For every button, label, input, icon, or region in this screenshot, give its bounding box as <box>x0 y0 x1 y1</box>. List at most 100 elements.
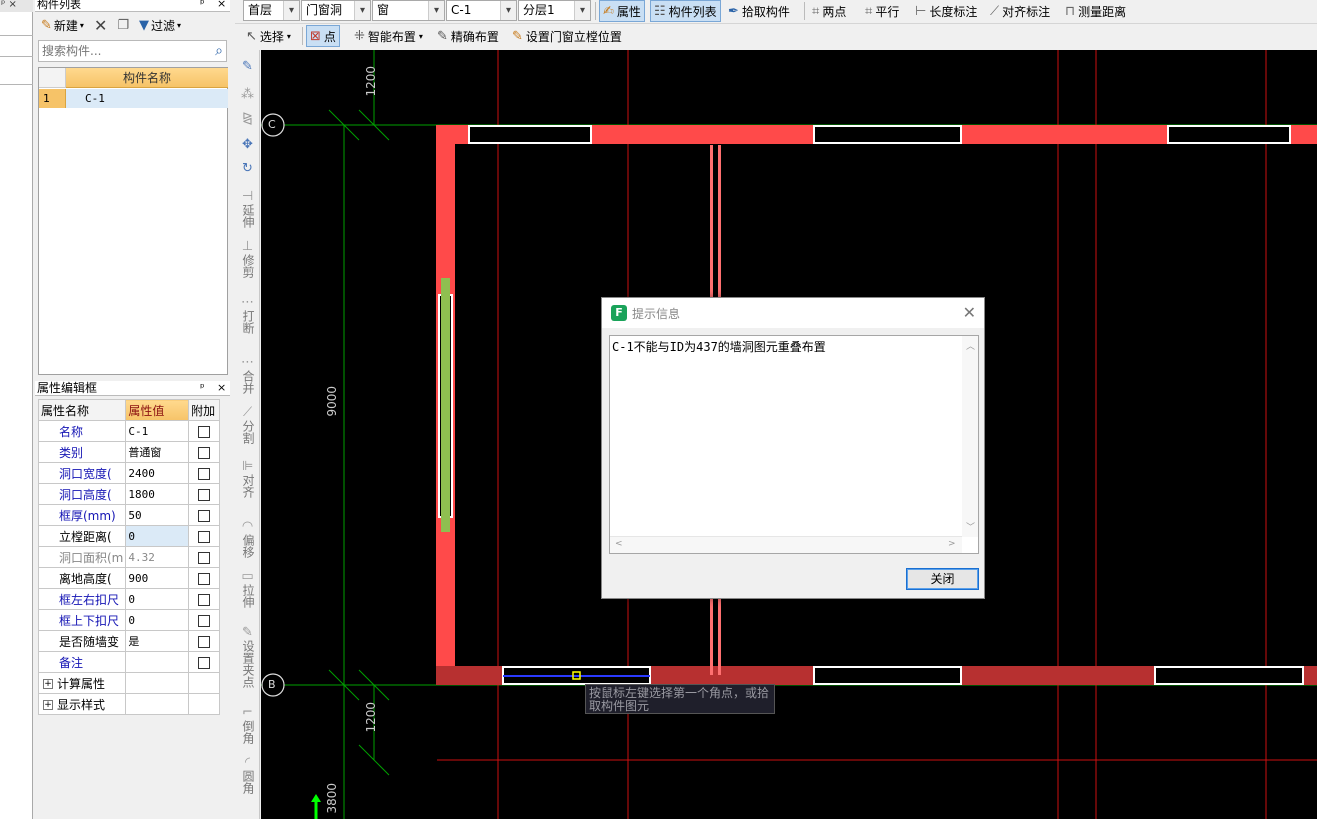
property-group-row[interactable]: + 显示样式 <box>37 693 220 715</box>
extra-checkbox[interactable] <box>198 509 211 522</box>
delete-button[interactable]: ✕ <box>90 15 111 35</box>
new-button[interactable]: ✎ 新建 ▾ <box>37 15 88 35</box>
scroll-left-icon[interactable]: < <box>615 539 623 549</box>
filter-button[interactable]: ▼ 过滤 ▾ <box>135 15 185 35</box>
property-value[interactable]: C-1 <box>125 420 190 442</box>
property-row[interactable]: 离地高度(900 <box>37 567 220 589</box>
extra-checkbox[interactable] <box>198 572 211 585</box>
property-name: 框厚(mm) <box>37 504 127 526</box>
two-point-button[interactable]: ⌗ 两点 <box>809 0 849 22</box>
property-row[interactable]: 名称 C-1 <box>37 420 220 442</box>
dialog-titlebar[interactable]: F 提示信息 ✕ <box>602 298 984 328</box>
extra-checkbox[interactable] <box>198 467 211 480</box>
property-button[interactable]: ✍ 属性 <box>599 0 645 22</box>
trim-tool[interactable]: ⊥ 修剪 <box>235 240 260 281</box>
extra-checkbox[interactable] <box>198 551 211 564</box>
pin-icon[interactable]: ᵖ <box>200 0 205 9</box>
property-value[interactable]: 0 <box>125 525 190 547</box>
checkbox-cell <box>188 609 220 631</box>
property-value[interactable]: 2400 <box>125 462 190 484</box>
extra-checkbox[interactable] <box>198 635 211 648</box>
property-row[interactable]: 框左右扣尺 0 <box>37 588 220 610</box>
length-dimension-button[interactable]: ⊢ 长度标注 <box>912 0 980 22</box>
point-button[interactable]: ⊠ 点 <box>306 25 340 47</box>
scroll-down-icon[interactable]: ﹀ <box>966 520 975 533</box>
extra-checkbox[interactable] <box>198 425 211 438</box>
property-value[interactable]: 0 <box>125 609 190 631</box>
align-dimension-button[interactable]: ⟋ 对齐标注 <box>987 0 1053 22</box>
scroll-right-icon[interactable]: > <box>948 539 956 549</box>
align-tool[interactable]: ⊫ 对齐 <box>235 460 260 501</box>
scroll-up-icon[interactable]: ︿ <box>966 339 975 352</box>
mirror-tool[interactable]: ⧎ <box>235 112 260 126</box>
type-select[interactable]: 窗 ▾ <box>372 0 445 21</box>
property-value[interactable]: 1800 <box>125 483 190 505</box>
expand-icon[interactable]: + <box>43 679 53 689</box>
layer-select[interactable]: 分层1 ▾ <box>518 0 591 21</box>
pin-icon[interactable]: ᵖ <box>200 381 205 395</box>
component-select[interactable]: C-1 ▾ <box>446 0 517 21</box>
select-button[interactable]: ↖ 选择 ▾ <box>243 25 294 47</box>
message-box[interactable]: C-1不能与ID为437的墙洞图元重叠布置 ︿ ﹀ < > <box>609 335 979 554</box>
close-icon[interactable]: × <box>217 381 226 395</box>
rotate-tool[interactable]: ↻ <box>235 162 260 176</box>
stretch-tool[interactable]: ▭ 拉伸 <box>235 570 260 611</box>
measure-distance-button[interactable]: ⊓ 测量距离 <box>1062 0 1129 22</box>
merge-tool[interactable]: ⋯ 合并 <box>235 356 260 397</box>
extra-checkbox[interactable] <box>198 614 211 627</box>
precise-layout-button[interactable]: ✎ 精确布置 <box>434 25 502 47</box>
search-icon[interactable]: ⌕ <box>215 43 223 59</box>
extra-checkbox[interactable] <box>198 446 211 459</box>
offset-tool[interactable]: ◠ 偏移 <box>235 520 260 561</box>
horizontal-scrollbar[interactable]: < > <box>610 536 962 553</box>
parallel-label: 平行 <box>875 4 900 19</box>
set-frame-label: 设置门窗立樘位置 <box>525 29 622 44</box>
property-value[interactable]: 900 <box>125 567 190 589</box>
property-row[interactable]: 框厚(mm) 50 <box>37 504 220 526</box>
close-button[interactable]: 关闭 <box>906 568 979 590</box>
extra-checkbox[interactable] <box>198 530 211 543</box>
break-tool[interactable]: ⋯ 打断 <box>235 296 260 337</box>
pick-component-button[interactable]: ✒ 拾取构件 <box>725 0 793 22</box>
chamfer-tool[interactable]: ⌐ 倒角 <box>235 706 260 747</box>
extend-tool[interactable]: ⊣ 延伸 <box>235 190 260 231</box>
copy-tool[interactable]: ⁂ <box>235 88 260 102</box>
expand-icon[interactable]: + <box>43 700 53 710</box>
property-row[interactable]: 立樘距离(0 <box>37 525 220 547</box>
parallel-button[interactable]: ⌗ 平行 <box>862 0 902 22</box>
property-row[interactable]: 洞口高度(1800 <box>37 483 220 505</box>
move-tool[interactable]: ✥ <box>235 138 260 152</box>
property-value[interactable]: 普通窗 <box>125 441 190 463</box>
close-icon[interactable]: × <box>8 0 16 10</box>
set-grip-tool[interactable]: ✎ 设置夹点 <box>235 626 260 691</box>
property-row[interactable]: 备注 <box>37 651 220 673</box>
extra-checkbox[interactable] <box>198 593 211 606</box>
property-row[interactable]: 洞口面积(m 4.32 <box>37 546 220 568</box>
pencil-tool[interactable]: ✎ <box>235 60 260 74</box>
set-frame-position-button[interactable]: ✎ 设置门窗立樘位置 <box>509 25 625 47</box>
close-icon[interactable]: ✕ <box>963 303 976 322</box>
fillet-tool[interactable]: ◜ 圆角 <box>235 756 260 797</box>
close-icon[interactable]: × <box>217 0 226 9</box>
copy-button[interactable]: ❐ <box>113 15 133 35</box>
extra-checkbox[interactable] <box>198 656 211 669</box>
pin-icon[interactable]: ᵖ <box>1 0 5 10</box>
property-row[interactable]: 框上下扣尺 0 <box>37 609 220 631</box>
search-input[interactable] <box>39 41 205 61</box>
category-select[interactable]: 门窗洞 ▾ <box>301 0 371 21</box>
property-value[interactable] <box>125 651 190 673</box>
floor-select[interactable]: 首层 ▾ <box>243 0 300 21</box>
property-row[interactable]: 是否随墙变是 <box>37 630 220 652</box>
property-row[interactable]: 类别 普通窗 <box>37 441 220 463</box>
property-value[interactable]: 50 <box>125 504 190 526</box>
table-row[interactable]: 1 C-1 <box>39 89 228 108</box>
property-value[interactable]: 是 <box>125 630 190 652</box>
extra-checkbox[interactable] <box>198 488 211 501</box>
property-value[interactable]: 0 <box>125 588 190 610</box>
split-tool[interactable]: ⟋ 分割 <box>235 406 260 447</box>
vertical-scrollbar[interactable]: ︿ ﹀ <box>962 336 978 537</box>
property-group-row[interactable]: + 计算属性 <box>37 672 220 694</box>
property-row[interactable]: 洞口宽度(2400 <box>37 462 220 484</box>
smart-layout-button[interactable]: ⁜ 智能布置 ▾ <box>351 25 426 47</box>
component-list-button[interactable]: ☷ 构件列表 <box>650 0 721 22</box>
